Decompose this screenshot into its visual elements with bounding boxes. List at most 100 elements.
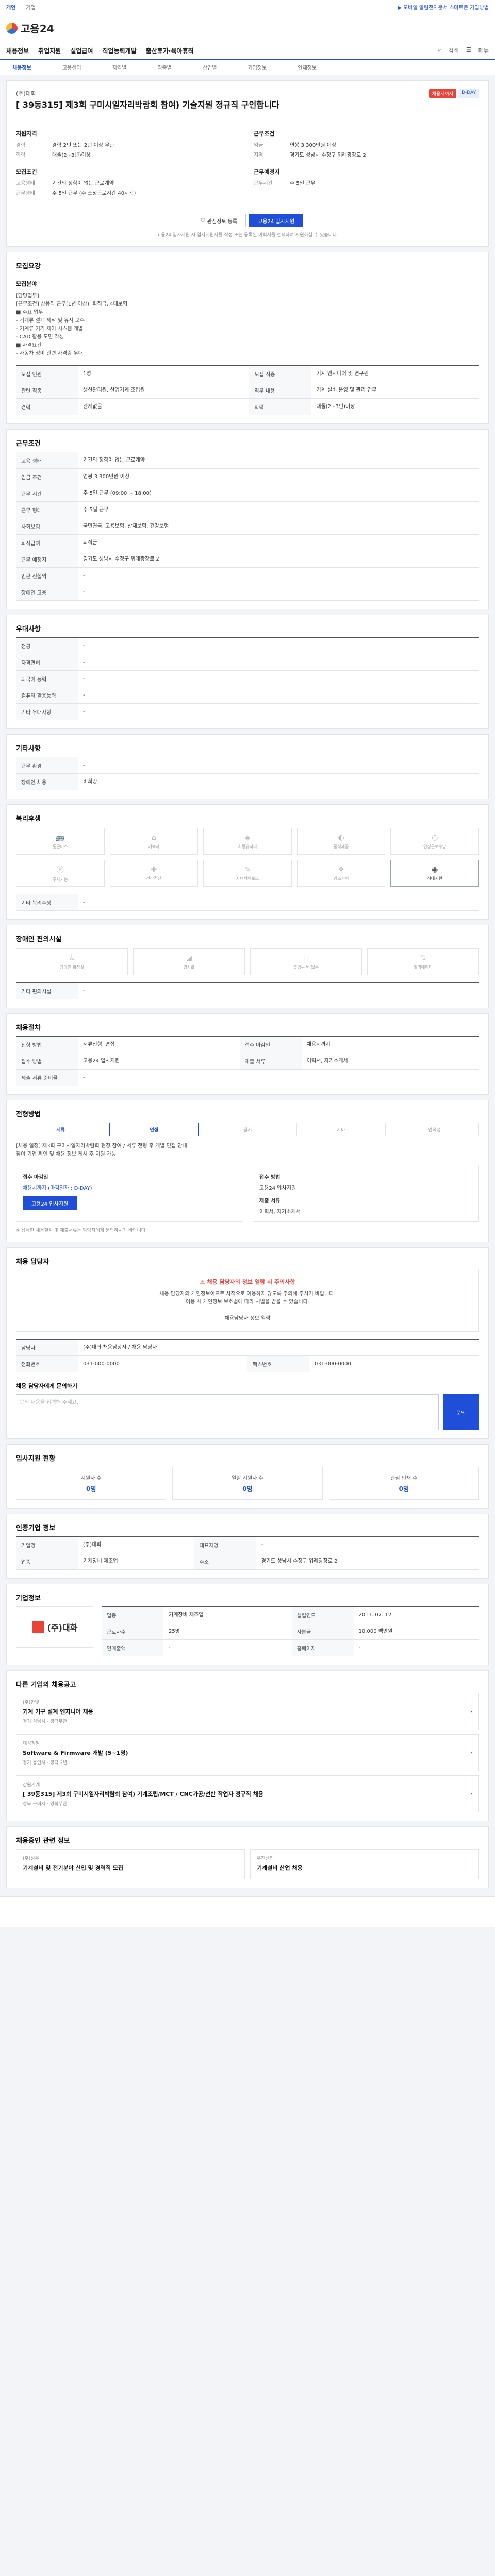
subnav-region[interactable]: 지역별	[112, 63, 127, 71]
related-job-item[interactable]: 우진산업 기계설비 산업 채용	[250, 1849, 479, 1880]
table-row: 업종 기계장비 제조업 설립연도 2011. 07. 12	[102, 1606, 479, 1624]
similar-meta: 경기 용인시 · 경력 2년	[23, 1760, 68, 1766]
tab-company[interactable]: 기업	[26, 3, 35, 11]
row-key: 기타 우대사항	[16, 703, 78, 721]
interest-button[interactable]: ♡ 관심정보 등록	[191, 214, 246, 228]
summary-value: 대졸(2~3년)이상	[52, 152, 91, 159]
warning-text: 채용 담당자의 개인정보이므로 사적으로 이용하지 않도록 주의해 주시기 바랍…	[159, 1291, 336, 1306]
work-conditions-table: 고용 형태 기간의 정함이 없는 근로계약 임금 조건 연봉 3,300만원 이상 …	[16, 452, 479, 601]
facility-label: 장애인 화장실	[60, 964, 84, 970]
method-item: 서류	[16, 1123, 106, 1137]
row-value: -	[78, 584, 479, 601]
method-text: [채용 일정] 제3회 구미시일자리박람회 현장 참여 / 서류 전형 후 개별…	[16, 1143, 187, 1158]
row-key: 퇴직급여	[16, 534, 78, 552]
section-title: 채용 담당자	[16, 1258, 50, 1266]
contact-method-title: 접수 방법	[259, 1175, 280, 1181]
row-key: 고용 형태	[16, 452, 78, 469]
contact-apply-button[interactable]: 고용24 입사지원	[23, 1196, 77, 1210]
row-key: 제출 서류	[239, 1053, 302, 1070]
table-row: 근무 형태 주 5일 근무	[16, 501, 479, 519]
company-logo: (주)대화	[16, 1606, 93, 1648]
section-title: 전형방법	[16, 1111, 41, 1119]
row-key: 업종	[102, 1606, 163, 1624]
welfare-item: Ⓟ 주차가능	[16, 860, 105, 887]
welfare-grid: 🚌 통근버스 ⌂ 기숙사 ◈ 차량유지비 ◐ 중식제공 ◷ 연장근로수당 Ⓟ 주차가능 ✚ 건…	[16, 828, 479, 887]
gift-icon: ❖	[338, 865, 344, 874]
tab-individual[interactable]: 개인	[6, 3, 15, 11]
gnb-item-unemployment[interactable]: 실업급여	[70, 46, 93, 55]
similar-job-item[interactable]: 대성정밀 Software & Firmware 개발 (5~1명) 경기 용인시 …	[16, 1734, 479, 1772]
row-key: 장애인 고용	[16, 584, 78, 601]
row-key: 근무 예정지	[16, 551, 78, 568]
section-title: 인증기업 정보	[16, 1524, 56, 1533]
facility-extra-table: 기타 편의시설 -	[16, 982, 479, 1000]
similar-company: 삼원기계	[23, 1783, 40, 1788]
row-value: 연봉 3,300만원 이상	[78, 468, 479, 486]
logo-mark-icon	[6, 22, 18, 34]
summary-location-title: 근무예정지	[254, 168, 280, 176]
table-row: 자격면허 -	[16, 654, 479, 671]
table-row: 근무 예정지 경기도 성남시 수정구 위례광장로 2	[16, 551, 479, 568]
company-name[interactable]: (주)대화	[16, 89, 279, 97]
subnav-occupation[interactable]: 직종별	[157, 63, 172, 71]
company-info-table: 업종 기계장비 제조업 설립연도 2011. 07. 12 근로자수 25명 자본금 10,…	[102, 1606, 479, 1657]
row-key: 근무 환경	[16, 757, 78, 774]
announcement-link[interactable]: ▶ 모바일 알림전자문서 스마트폰 가입방법	[398, 3, 489, 11]
row-value: -	[78, 982, 479, 1000]
similar-title: 기계 기구 설계 엔지니어 채용	[23, 1708, 93, 1716]
menu-label[interactable]: 메뉴	[478, 46, 489, 55]
gnb-item-leave[interactable]: 출산휴가·육아휴직	[146, 46, 194, 55]
summary-qualification-title: 지원자격	[16, 130, 37, 138]
job-detail-table: 모집 인원 1명 모집 직종 기계 엔지니어 및 연구원 관련 직종 생산관리원, 산업…	[16, 365, 479, 416]
heart-icon: ♡	[200, 217, 205, 224]
interest-label: 관심정보 등록	[207, 218, 238, 225]
row-key: 모집 직종	[249, 365, 311, 383]
subnav-jobs[interactable]: 채용정보	[12, 63, 31, 71]
table-row: 경력 관계없음 학력 대졸(2~3년)이상	[16, 398, 479, 416]
stats-grid: 지원자 수 0명 열람 지원자 수 0명 관심 인재 수 0명	[16, 1467, 479, 1500]
gnb-item-support[interactable]: 취업지원	[38, 46, 61, 55]
row-value: 기계장비 제조업	[163, 1606, 292, 1624]
menu-icon[interactable]: ☰	[466, 46, 471, 55]
site-logo[interactable]: 고용24	[6, 21, 54, 36]
search-icon[interactable]: ⌕	[438, 46, 441, 55]
subnav-center[interactable]: 고용센터	[62, 63, 81, 71]
row-key: 직무 내용	[249, 382, 311, 399]
gnb-item-training[interactable]: 직업능력개발	[103, 46, 137, 55]
summary-value: 기간의 정함이 없는 근로계약	[52, 181, 114, 187]
section-title: 장애인 편의시설	[16, 936, 62, 944]
row-key: 인근 전철역	[16, 567, 78, 585]
subnav-industry[interactable]: 산업별	[203, 63, 217, 71]
similar-job-item[interactable]: (주)한빛 기계 기구 설계 엔지니어 채용 경기 성남시 · 경력무관 ›	[16, 1693, 479, 1731]
summary-value: 경기도 성남시 수정구 위례광장로 2	[290, 152, 366, 159]
welfare-item-active: ◉ 식대지원	[390, 860, 479, 887]
status-badge: 채용시까지	[428, 89, 457, 98]
facility-item: ▯ 출입구 턱 없음	[250, 948, 362, 976]
row-value: 주 5일 근무	[78, 501, 479, 519]
search-label[interactable]: 검색	[449, 46, 459, 55]
table-row: 사회보험 국민연금, 고용보험, 산재보험, 건강보험	[16, 518, 479, 535]
inquiry-textarea[interactable]: 문의 내용을 입력해 주세요.	[16, 1394, 439, 1431]
gnb-item-jobs[interactable]: 채용정보	[6, 46, 29, 55]
similar-job-item[interactable]: 삼원기계 [ 39동315] 제3회 구미시일자리박람회 참여) 기계조립/MCT…	[16, 1775, 479, 1813]
bus-icon: 🚌	[56, 833, 65, 842]
warning-icon: ⚠	[200, 1279, 207, 1286]
sub-navigation: 채용정보 고용센터 지역별 직종별 산업별 기업정보 인재정보	[0, 60, 495, 75]
subnav-talent[interactable]: 인재정보	[298, 63, 317, 71]
view-manager-button[interactable]: 채용담당자 정보 열람	[216, 1311, 279, 1325]
subnav-company[interactable]: 기업정보	[248, 63, 267, 71]
apply-button[interactable]: 고용24 입사지원	[249, 214, 304, 228]
row-key: 임금 조건	[16, 468, 78, 486]
food-icon: ◉	[432, 865, 438, 874]
row-key: 근무 시간	[16, 485, 78, 502]
table-row: 기업명 (주)대화 대표자명 -	[16, 1536, 479, 1554]
selection-method-card: 전형방법 서류 면접 필기 기타 인적성 [채용 일정] 제3회 구미시일자리박…	[6, 1100, 489, 1243]
user-type-tabs: 개인 기업	[6, 3, 36, 11]
inquiry-submit-button[interactable]: 문의	[443, 1394, 479, 1431]
row-value: -	[78, 654, 479, 671]
facility-label: 엘리베이터	[414, 964, 433, 970]
related-job-item[interactable]: (주)성우 기계설비 및 전기분야 신입 및 경력직 모집	[16, 1849, 245, 1880]
row-key: 사회보험	[16, 518, 78, 535]
welfare-label: 식대지원	[427, 876, 442, 881]
row-value: -	[256, 1536, 479, 1554]
